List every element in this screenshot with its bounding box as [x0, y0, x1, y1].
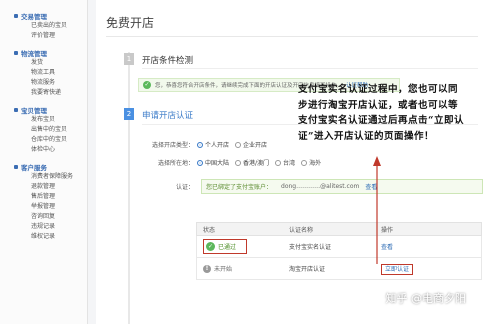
auth-name-alipay: 支付宝实名认证 — [289, 244, 332, 251]
auth-name-taobao: 淘宝开店认证 — [289, 266, 326, 273]
header-auth-name: 认证名称 — [289, 226, 314, 234]
info-icon: ! — [203, 264, 211, 273]
sidebar-item-reports[interactable]: 举报管理 — [0, 202, 87, 212]
location-label: 选择所在地： — [157, 160, 194, 167]
sidebar-item-consumer-protection[interactable]: 消费者保障服务 — [0, 172, 87, 182]
step-2-title: 申请开店认证 — [142, 111, 194, 121]
watermark: 知乎 @电商夕阳 — [385, 292, 467, 305]
view-account-link[interactable]: 查看 — [365, 182, 377, 191]
sidebar-item-inquiries[interactable]: 咨询回复 — [0, 212, 87, 222]
step-1-divider — [142, 68, 478, 69]
sidebar-item-ship[interactable]: 发货 — [0, 58, 87, 68]
title-divider — [106, 36, 478, 37]
sidebar-item-refunds[interactable]: 退款管理 — [0, 182, 87, 192]
table-header: 状态 认证名称 操作 — [196, 222, 482, 236]
sidebar-heading-logistics[interactable]: 物流管理 — [0, 47, 87, 58]
header-operation: 操作 — [381, 226, 394, 234]
radio-unchecked-icon — [275, 159, 282, 166]
radio-unchecked-icon — [301, 159, 308, 166]
radio-company-store[interactable]: 企业开店 — [235, 140, 267, 149]
radio-unchecked-icon — [235, 159, 242, 166]
sidebar-item-logistics-service[interactable]: 物流服务 — [0, 78, 87, 88]
status-badge-passed: ✓ 已通过 — [203, 239, 248, 254]
sidebar-group-logistics: 物流管理 发货 物流工具 物流服务 我要寄快递 — [0, 47, 87, 98]
step-1-title: 开店条件检测 — [142, 56, 194, 66]
sidebar-item-warehouse[interactable]: 仓库中的宝贝 — [0, 135, 87, 145]
sidebar-group-service: 客户服务 消费者保障服务 退款管理 售后管理 举报管理 咨询回复 违规记录 维权… — [0, 161, 87, 242]
check-icon: ✓ — [206, 242, 215, 251]
sidebar-item-logistics-tools[interactable]: 物流工具 — [0, 68, 87, 78]
sidebar-item-on-sale[interactable]: 出售中的宝贝 — [0, 125, 87, 135]
annotation-text: 支付宝实名认证过程中，您也可以同步进行淘宝开店认证，或者也可以等支付宝实名认证通… — [298, 84, 464, 142]
sidebar-item-health-check[interactable]: 体检中心 — [0, 145, 87, 155]
bullet-icon — [14, 50, 18, 55]
step-2-badge: 2 — [124, 108, 134, 120]
sidebar-heading-service[interactable]: 客户服务 — [0, 161, 87, 172]
sidebar-item-sold[interactable]: 已卖出的宝贝 — [0, 21, 87, 31]
sidebar: 交易管理 已卖出的宝贝 评价管理 物流管理 发货 物流工具 物流服务 我要寄快递… — [0, 0, 88, 324]
sidebar-group-trade: 交易管理 已卖出的宝贝 评价管理 — [0, 10, 87, 41]
sidebar-heading-trade[interactable]: 交易管理 — [0, 10, 87, 21]
radio-checked-icon — [197, 159, 203, 166]
header-status: 状态 — [203, 226, 216, 234]
sidebar-item-express[interactable]: 我要寄快递 — [0, 88, 87, 98]
bullet-icon — [14, 107, 18, 112]
sidebar-item-violations[interactable]: 违规记录 — [0, 222, 87, 232]
radio-hk-macau[interactable]: 香港/澳门 — [235, 158, 269, 167]
store-type-label: 选择开店类型： — [151, 142, 194, 149]
bullet-icon — [14, 164, 18, 169]
sidebar-item-after-sales[interactable]: 售后管理 — [0, 192, 87, 202]
auth-table: 状态 认证名称 操作 ✓ 已通过 支付宝实名认证 查看 ! 未开始 淘宝开店认证 — [196, 222, 482, 280]
certify-now-link[interactable]: 立即认证 — [381, 264, 414, 275]
table-row: ✓ 已通过 支付宝实名认证 查看 — [196, 236, 482, 258]
main-panel: 免费开店 1 开店条件检测 ✓ 您，恭喜您符合开店条件，请继续完成下面的开店认证… — [96, 0, 486, 324]
radio-overseas[interactable]: 海外 — [301, 158, 321, 167]
radio-mainland[interactable]: 中国大陆 — [197, 158, 229, 167]
alipay-binding-text: 您已绑定了支付宝账户： — [206, 184, 273, 191]
radio-taiwan[interactable]: 台湾 — [275, 158, 295, 167]
alipay-binding-box: 您已绑定了支付宝账户： dong…………@alitest.com 查看 — [201, 179, 483, 194]
alipay-account: dong…………@alitest.com — [281, 183, 360, 190]
sidebar-item-rights[interactable]: 维权记录 — [0, 232, 87, 242]
auth-label: 认证： — [175, 184, 194, 191]
radio-personal-store[interactable]: 个人开店 — [197, 140, 229, 149]
page-title: 免费开店 — [106, 16, 155, 30]
table-row: ! 未开始 淘宝开店认证 立即认证 — [196, 258, 482, 280]
bullet-icon — [14, 13, 18, 18]
view-link[interactable]: 查看 — [381, 244, 393, 251]
radio-checked-icon — [197, 141, 203, 148]
sidebar-group-items: 宝贝管理 发布宝贝 出售中的宝贝 仓库中的宝贝 体检中心 — [0, 104, 87, 155]
step-connector — [128, 52, 130, 324]
store-type-options: 个人开店 企业开店 — [197, 140, 267, 149]
location-options: 中国大陆 香港/澳门 台湾 海外 — [197, 158, 321, 167]
sidebar-heading-items[interactable]: 宝贝管理 — [0, 104, 87, 115]
check-icon: ✓ — [143, 81, 151, 89]
step-1-badge: 1 — [124, 53, 134, 65]
status-badge-not-started: ! 未开始 — [203, 264, 232, 273]
sidebar-item-reviews[interactable]: 评价管理 — [0, 31, 87, 41]
sidebar-item-publish[interactable]: 发布宝贝 — [0, 115, 87, 125]
radio-unchecked-icon — [235, 141, 242, 148]
